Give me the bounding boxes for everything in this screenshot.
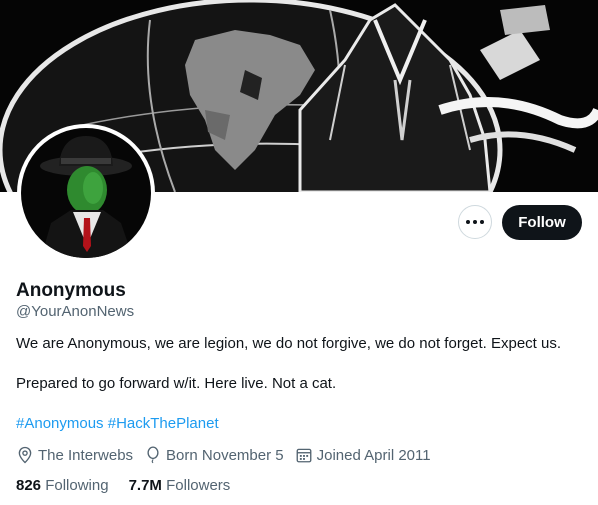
avatar-image <box>21 128 151 258</box>
profile-avatar[interactable] <box>17 124 155 262</box>
bio-hashtags: #Anonymous #HackThePlanet <box>16 414 219 434</box>
calendar-icon <box>296 448 312 463</box>
location-pin-icon <box>18 446 32 464</box>
birthday-text: Born November 5 <box>166 446 284 464</box>
more-options-button[interactable] <box>458 205 492 239</box>
location-text: The Interwebs <box>38 446 134 464</box>
following-count: 826 <box>16 477 42 494</box>
followers-link[interactable]: 7.7M Followers <box>129 477 231 494</box>
follow-button[interactable]: Follow <box>502 205 582 240</box>
bio-line-2: Prepared to go forward w/it. Here live. … <box>16 375 337 392</box>
balloon-icon <box>147 446 159 464</box>
location-item: The Interwebs <box>16 446 133 464</box>
joined-item: Joined April 2011 <box>295 446 431 464</box>
hashtag-link-hacktheplanet[interactable]: #HackThePlanet <box>108 415 219 432</box>
follow-stats: 826 Following 7.7M Followers <box>16 477 250 494</box>
profile-name: Anonymous <box>16 280 126 301</box>
profile-meta: The Interwebs Born November 5 Joined Apr… <box>16 444 442 466</box>
profile-handle: @YourAnonNews <box>16 303 135 320</box>
followers-count: 7.7M <box>128 477 162 494</box>
joined-text: Joined April 2011 <box>316 446 431 464</box>
followers-label: Followers <box>166 477 231 494</box>
bio-line-1: We are Anonymous, we are legion, we do n… <box>16 335 562 352</box>
birthday-item: Born November 5 <box>144 446 284 464</box>
more-icon <box>466 220 484 224</box>
following-link[interactable]: 826 Following <box>16 477 109 494</box>
following-label: Following <box>45 477 109 494</box>
hashtag-link-anonymous[interactable]: #Anonymous <box>16 415 104 432</box>
